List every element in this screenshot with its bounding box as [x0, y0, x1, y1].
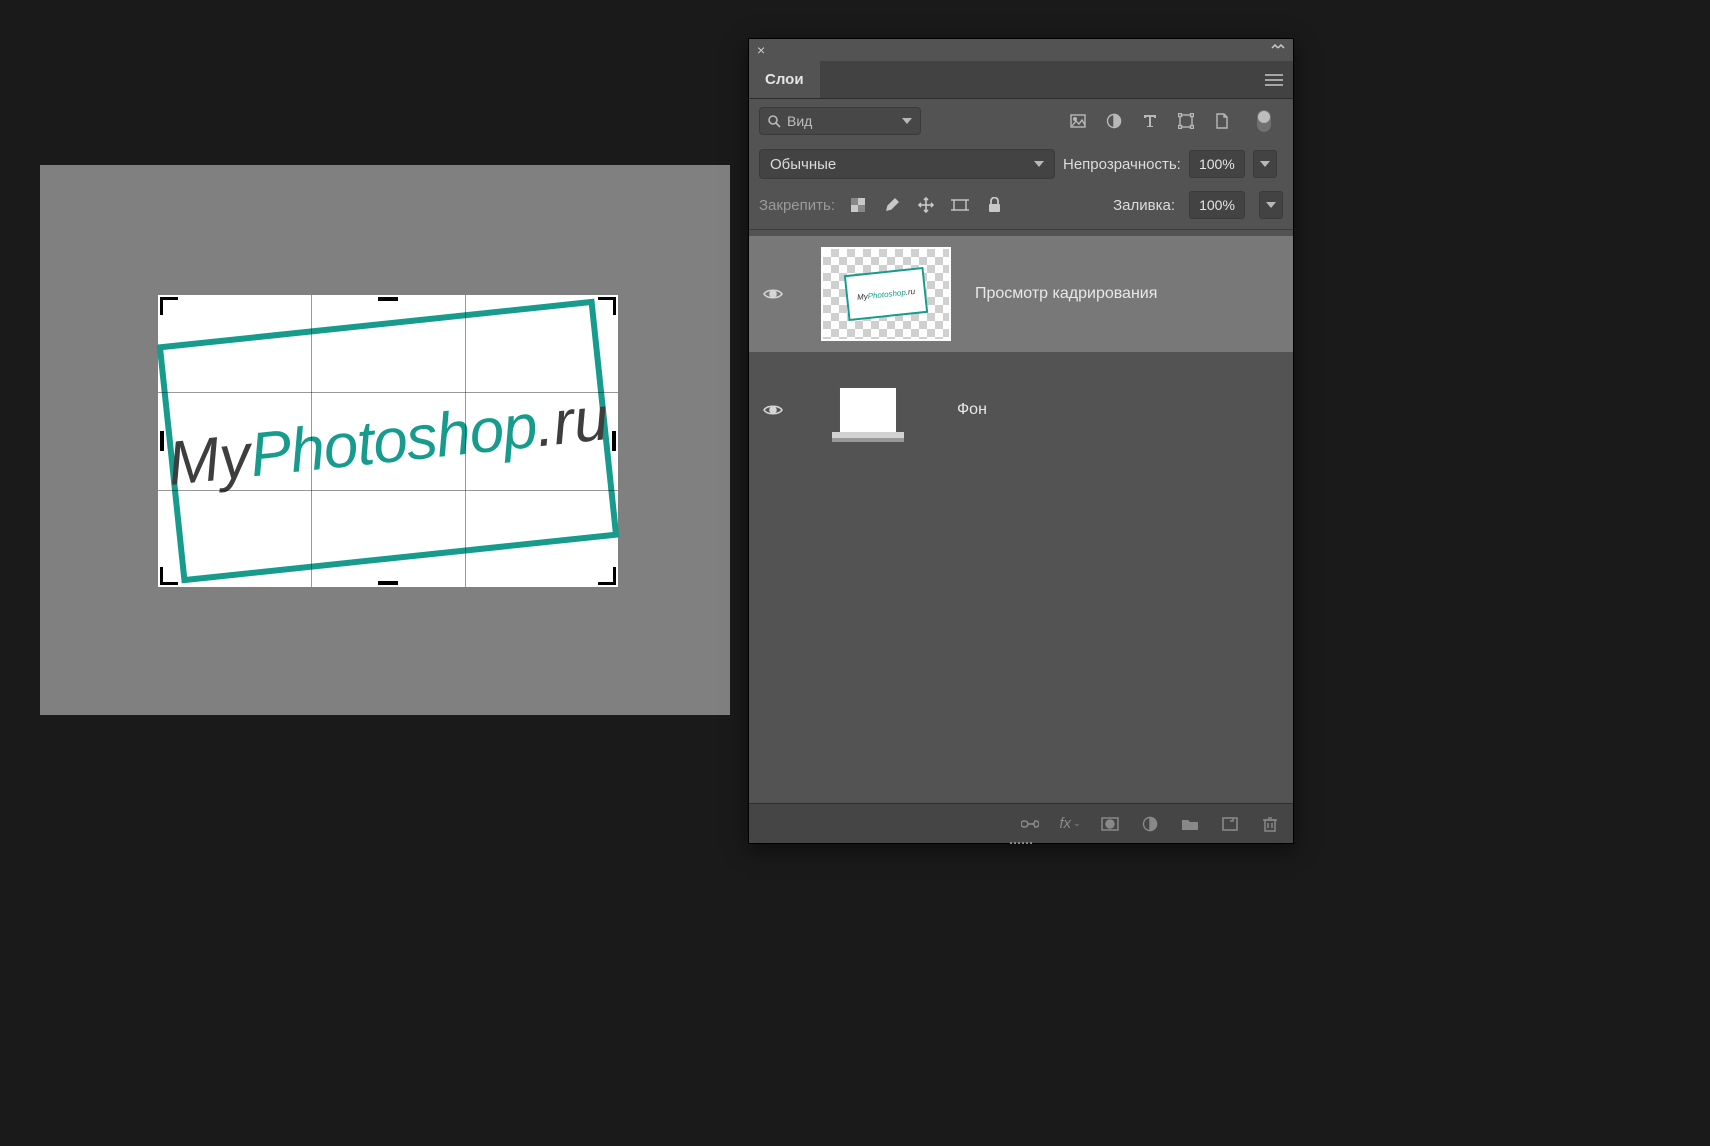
filter-type-icon[interactable] — [1141, 112, 1159, 130]
fill-label: Заливка: — [1113, 197, 1175, 214]
lock-icons — [849, 196, 1003, 214]
collapse-icon[interactable] — [1271, 44, 1285, 56]
filter-pixel-icon[interactable] — [1069, 112, 1087, 130]
lock-pixels-icon[interactable] — [883, 196, 901, 214]
layer-filter-label: Вид — [787, 113, 812, 129]
chevron-down-icon — [1034, 161, 1044, 167]
blend-mode-value: Обычные — [770, 156, 836, 173]
visibility-toggle[interactable] — [749, 403, 797, 417]
opacity-value: 100% — [1199, 156, 1235, 172]
visibility-toggle[interactable] — [749, 287, 797, 301]
opacity-dropdown-button[interactable] — [1253, 150, 1277, 178]
panel-footer: fx⌄ — [749, 803, 1293, 843]
lock-fill-row: Закрепить: Заливка: 100% — [749, 185, 1293, 230]
layer-row[interactable]: MyPhotoshop.ru Просмотр кадрирования — [749, 236, 1293, 352]
filter-row: Вид — [749, 99, 1293, 143]
logo-suffix: .ru — [532, 384, 611, 460]
lock-label: Закрепить: — [759, 197, 835, 214]
lock-position-icon[interactable] — [917, 196, 935, 214]
layer-name[interactable]: Просмотр кадрирования — [975, 285, 1283, 303]
layer-style-icon[interactable]: fx⌄ — [1061, 815, 1079, 833]
document-canvas[interactable]: MyPhotoshop.ru — [158, 295, 618, 587]
layer-thumbnail[interactable]: MyPhotoshop.ru — [821, 247, 951, 341]
layer-name[interactable]: Фон — [957, 401, 1283, 419]
resize-grip[interactable] — [1001, 842, 1041, 846]
logo-frame: MyPhotoshop.ru — [157, 299, 620, 584]
fill-field[interactable]: 100% — [1189, 191, 1245, 219]
opacity-field[interactable]: 100% — [1189, 150, 1245, 178]
chevron-down-icon — [1260, 161, 1270, 167]
panel-tabs: Слои — [749, 61, 1293, 99]
chevron-down-icon — [1266, 202, 1276, 208]
logo-prefix: My — [164, 421, 253, 498]
delete-layer-icon[interactable] — [1261, 815, 1279, 833]
add-mask-icon[interactable] — [1101, 815, 1119, 833]
logo-accent: Photoshop — [247, 391, 540, 490]
lock-artboard-icon[interactable] — [951, 196, 969, 214]
layer-row[interactable]: Фон — [749, 352, 1293, 468]
canvas-stage[interactable]: MyPhotoshop.ru — [40, 165, 730, 715]
close-icon[interactable]: × — [757, 43, 765, 57]
layers-panel: × Слои Вид Обычные — [748, 38, 1294, 844]
link-layers-icon[interactable] — [1021, 815, 1039, 833]
filter-shape-icon[interactable] — [1177, 112, 1195, 130]
filter-adjustment-icon[interactable] — [1105, 112, 1123, 130]
tab-layers-label: Слои — [765, 71, 804, 88]
new-adjustment-icon[interactable] — [1141, 815, 1159, 833]
chevron-down-icon — [902, 118, 912, 124]
layers-list: MyPhotoshop.ru Просмотр кадрирования Фон — [749, 230, 1293, 468]
new-layer-icon[interactable] — [1221, 815, 1239, 833]
panel-menu-icon[interactable] — [1255, 73, 1293, 87]
filter-icons — [935, 110, 1283, 132]
new-group-icon[interactable] — [1181, 815, 1199, 833]
lock-all-icon[interactable] — [985, 196, 1003, 214]
tab-layers[interactable]: Слои — [749, 61, 820, 98]
layer-thumbnail[interactable] — [839, 387, 897, 433]
blend-opacity-row: Обычные Непрозрачность: 100% — [749, 143, 1293, 185]
panel-header: × — [749, 39, 1293, 61]
filter-toggle[interactable] — [1257, 110, 1271, 132]
fill-value: 100% — [1199, 197, 1235, 213]
lock-transparent-icon[interactable] — [849, 196, 867, 214]
fill-dropdown-button[interactable] — [1259, 191, 1283, 219]
blend-mode-select[interactable]: Обычные — [759, 149, 1055, 179]
logo-text: MyPhotoshop.ru — [164, 383, 611, 500]
filter-smart-icon[interactable] — [1213, 112, 1231, 130]
layer-filter-select[interactable]: Вид — [759, 107, 921, 135]
opacity-label: Непрозрачность: — [1063, 156, 1181, 173]
